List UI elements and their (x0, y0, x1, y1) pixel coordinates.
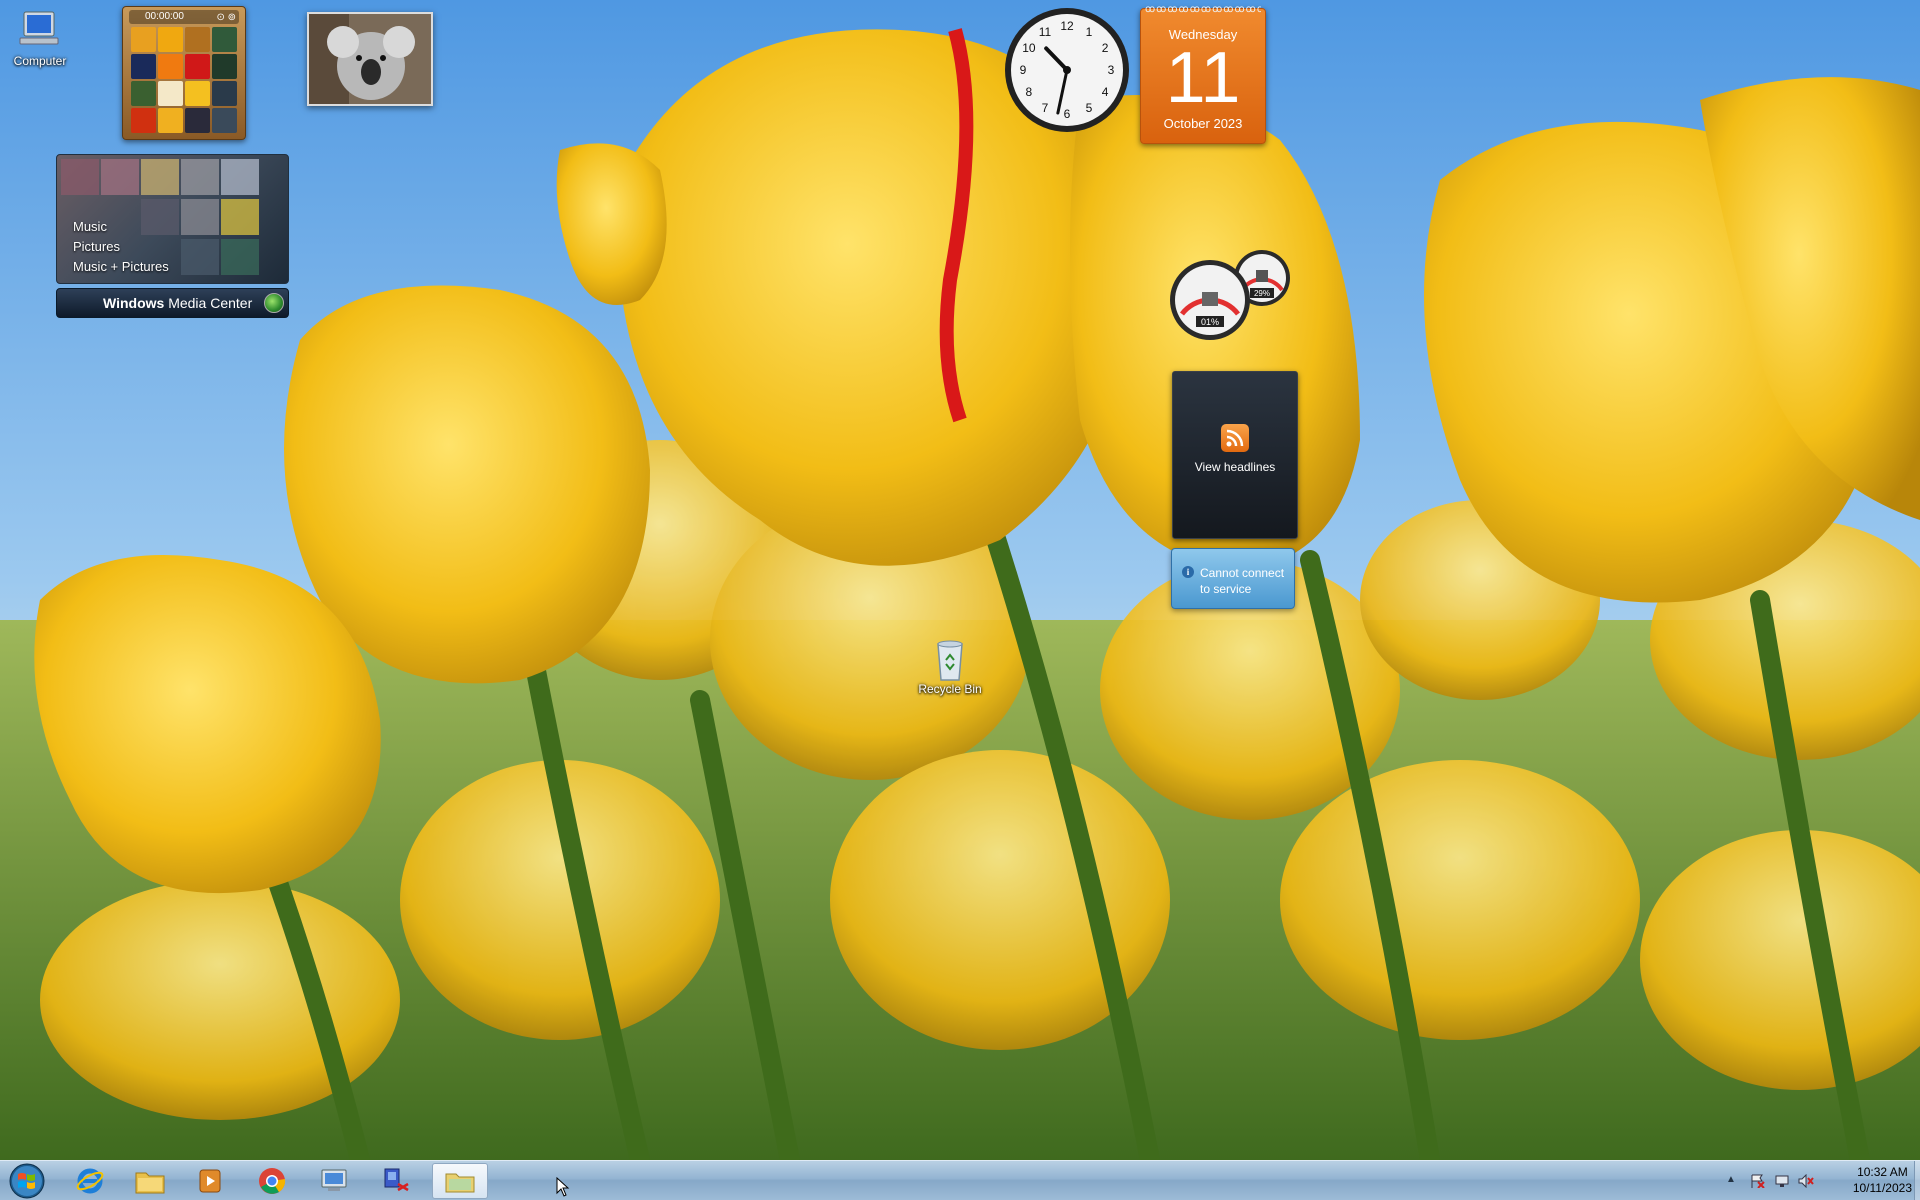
clock-numeral: 5 (1086, 101, 1093, 115)
show-desktop-button[interactable] (1914, 1161, 1920, 1200)
menu-item-music[interactable]: Music (73, 217, 169, 237)
taskbar: ▲ 10:32 AM 10/11/2023 (0, 1160, 1920, 1200)
taskbar-remote-desktop[interactable] (306, 1163, 362, 1199)
calendar-month-year: October 2023 (1163, 116, 1243, 131)
tray-date: 10/11/2023 (1852, 1181, 1912, 1195)
show-hidden-icons-arrow[interactable]: ▲ (1726, 1174, 1742, 1188)
start-button[interactable] (4, 1162, 50, 1200)
media-center-launch-bar[interactable]: Windows Media Center (56, 288, 289, 318)
clock-numeral: 8 (1026, 85, 1033, 99)
clock-numeral: 10 (1022, 41, 1036, 55)
weather-gadget[interactable]: i Cannot connect to service (1171, 548, 1295, 609)
clock-numeral: 7 (1042, 101, 1049, 115)
desktop-icon-label: Computer (13, 54, 67, 68)
media-center-tiles[interactable]: Music Pictures Music + Pictures (56, 154, 289, 284)
mouse-cursor-icon (556, 1177, 570, 1197)
analog-clock-face: 1234567891011 12 (1005, 8, 1129, 132)
desktop-icon-label: Recycle Bin (918, 682, 982, 696)
menu-item-pictures[interactable]: Pictures (73, 237, 169, 257)
network-icon[interactable] (1774, 1174, 1790, 1188)
network-computer-icon (384, 1168, 409, 1192)
media-center-menu: Music Pictures Music + Pictures (73, 217, 169, 277)
taskbar-internet-explorer[interactable] (62, 1163, 118, 1199)
system-tray: ▲ 10:32 AM 10/11/2023 (1720, 1161, 1920, 1200)
taskbar-media-player[interactable] (182, 1163, 238, 1199)
computer-icon (16, 8, 64, 52)
koala-photo (309, 14, 431, 104)
folder-icon (135, 1172, 165, 1194)
chrome-icon (259, 1168, 286, 1194)
view-headlines-link[interactable]: View headlines (1173, 460, 1297, 474)
calendar-gadget[interactable]: ꝏꝏꝏꝏꝏꝏꝏꝏꝏꝏꝏꝏ Wednesday 11 October 2023 (1140, 4, 1266, 144)
action-center-flag-icon[interactable] (1750, 1174, 1766, 1188)
windows-logo-icon (9, 1163, 45, 1199)
puzzle-grid[interactable] (131, 27, 237, 133)
clock-numeral: 2 (1102, 41, 1109, 55)
clock-numeral: 11 (1039, 25, 1052, 39)
recycle-bin-icon (926, 636, 974, 681)
desktop-icon-computer[interactable]: Computer (0, 8, 80, 68)
volume-muted-icon[interactable] (1798, 1174, 1814, 1188)
info-icon: i (1182, 566, 1194, 578)
media-player-icon (199, 1169, 221, 1193)
clock-numeral: 3 (1108, 63, 1115, 77)
memory-value: 29% (1254, 289, 1270, 298)
taskbar-folder-window-active[interactable] (432, 1163, 488, 1199)
tray-clock[interactable]: 10:32 AM 10/11/2023 (1853, 1164, 1912, 1196)
weather-error-line1: Cannot connect (1200, 566, 1285, 580)
rss-icon (1221, 424, 1249, 452)
remote-desktop-icon (321, 1169, 347, 1191)
clock-numeral: 1 (1086, 25, 1093, 39)
clock-gadget[interactable]: 1 2 3 4 5 6 7 8 9 10 11 12 (1003, 6, 1131, 134)
picture-puzzle-gadget[interactable]: 00:00:00 ⊙ ⊚ (122, 6, 246, 140)
media-center-gadget[interactable]: Music Pictures Music + Pictures Windows … (56, 154, 289, 320)
clock-numeral: 4 (1102, 85, 1109, 99)
cpu-gauge: 01% (1170, 260, 1250, 340)
calendar-day: 11 (1165, 38, 1241, 118)
media-center-logo-icon (264, 293, 284, 313)
folder-window-icon (445, 1173, 475, 1193)
slideshow-gadget[interactable] (307, 12, 433, 106)
taskbar-windows-explorer[interactable] (122, 1163, 178, 1199)
weather-error-line2: to service (1200, 582, 1252, 596)
internet-explorer-icon (76, 1168, 104, 1194)
feed-headlines-gadget[interactable]: View headlines (1172, 371, 1298, 539)
puzzle-timer: 00:00:00 ⊙ ⊚ (129, 10, 239, 24)
clock-numeral: 12 (1060, 19, 1074, 33)
cpu-value: 01% (1201, 317, 1219, 327)
taskbar-chrome[interactable] (244, 1163, 300, 1199)
menu-item-music-pictures[interactable]: Music + Pictures (73, 257, 169, 277)
cpu-meter-gadget[interactable]: 29% 01% (1168, 248, 1298, 344)
desktop-icon-recycle-bin[interactable]: Recycle Bin (910, 636, 990, 696)
taskbar-network-tool[interactable] (368, 1163, 424, 1199)
clock-numeral: 9 (1020, 63, 1027, 77)
calendar-rings: ꝏꝏꝏꝏꝏꝏꝏꝏꝏꝏꝏꝏ (1145, 4, 1261, 14)
tray-time: 10:32 AM (1857, 1165, 1908, 1179)
clock-numeral: 6 (1064, 107, 1071, 121)
puzzle-controls[interactable]: ⊙ ⊚ (216, 11, 236, 25)
